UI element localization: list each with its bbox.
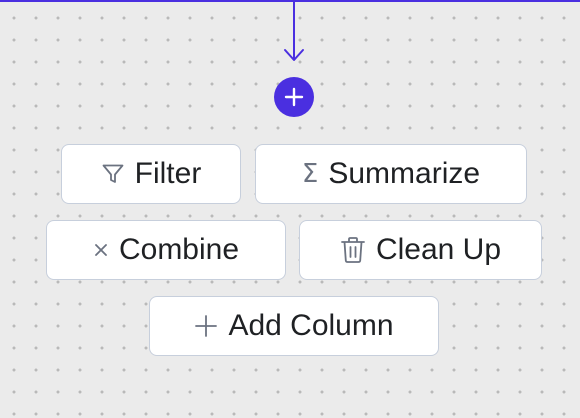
trash-icon [340,236,366,264]
add-column-label: Add Column [228,309,394,342]
filter-button[interactable]: Filter [61,144,241,204]
plus-icon [194,314,218,338]
combine-button[interactable]: Combine [46,220,286,280]
filter-funnel-icon [101,162,125,186]
clean-up-label: Clean Up [375,233,502,266]
combine-label: Combine [118,233,240,266]
sigma-icon: Σ [301,159,319,189]
connector-arrow [0,0,580,61]
workflow-canvas: Filter Σ Summarize Combine Clean Up Add … [0,0,580,418]
filter-label: Filter [134,157,202,190]
cross-icon [93,242,109,258]
summarize-label: Summarize [328,157,481,190]
plus-icon [284,87,304,107]
clean-up-button[interactable]: Clean Up [299,220,542,280]
add-step-button[interactable] [274,77,314,117]
add-column-button[interactable]: Add Column [149,296,439,356]
summarize-button[interactable]: Σ Summarize [255,144,527,204]
